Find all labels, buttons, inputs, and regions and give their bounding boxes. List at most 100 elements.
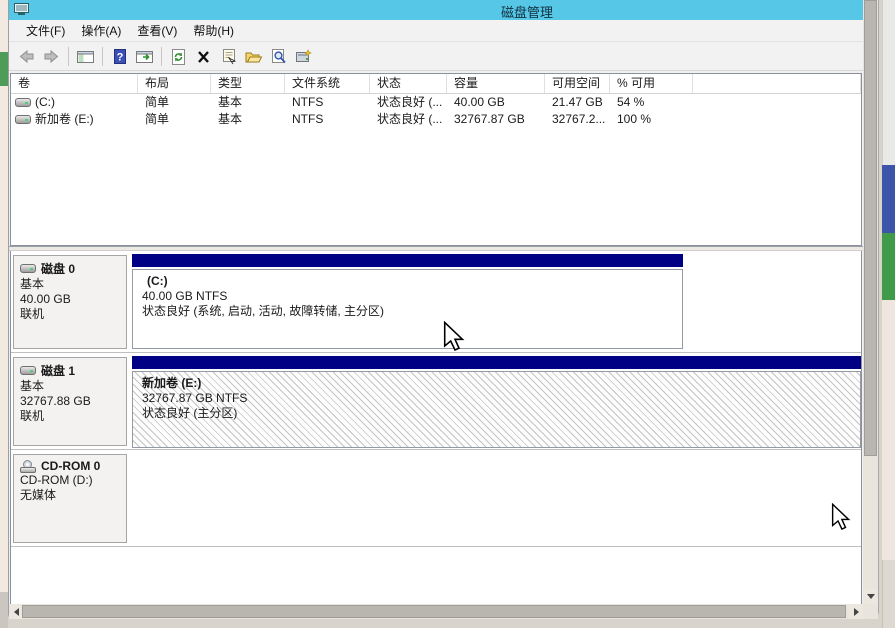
- cdrom-drive-letter: CD-ROM (D:): [20, 473, 120, 488]
- menu-action[interactable]: 操作(A): [73, 19, 129, 42]
- disk1-kind: 基本: [20, 379, 120, 394]
- background-green-fragment: [882, 233, 895, 300]
- refresh-button[interactable]: [166, 45, 191, 68]
- volume-row-c[interactable]: (C:) 简单 基本 NTFS 状态良好 (... 40.00 GB 21.47…: [11, 94, 861, 111]
- refresh-icon: [170, 48, 187, 66]
- arrow-left-icon: [14, 608, 19, 616]
- horizontal-scrollbar-thumb[interactable]: [22, 605, 846, 618]
- volume-row-e[interactable]: 新加卷 (E:) 简单 基本 NTFS 状态良好 (... 32767.87 G…: [11, 111, 861, 128]
- column-header-volume[interactable]: 卷: [11, 74, 138, 93]
- column-header-free-space[interactable]: 可用空间: [545, 74, 610, 93]
- desktop-icon-fragment: [0, 52, 8, 86]
- disk1-label-box[interactable]: 磁盘 1 基本 32767.88 GB 联机: [13, 357, 127, 446]
- disk-row-1: 磁盘 1 基本 32767.88 GB 联机 新加卷 (E:) 32767.87…: [11, 353, 861, 450]
- delete-icon: [195, 49, 212, 65]
- background-window-fragment: [882, 0, 895, 165]
- properties-button[interactable]: [216, 45, 241, 68]
- volume-cell-type: 基本: [211, 111, 285, 128]
- partition-c[interactable]: (C:) 40.00 GB NTFS 状态良好 (系统, 启动, 活动, 故障转…: [132, 254, 683, 349]
- menu-bar: 文件(F) 操作(A) 查看(V) 帮助(H): [9, 20, 863, 42]
- desktop-edge-left: [0, 0, 8, 628]
- scrollbar-corner: [863, 604, 878, 619]
- desktop-edge-right-bottom: [882, 560, 895, 628]
- toolbar-separator: [161, 47, 162, 66]
- disk-icon: [20, 264, 36, 273]
- back-button[interactable]: [14, 45, 39, 68]
- volume-cell-name: 新加卷 (E:): [11, 111, 138, 128]
- properties-icon: [220, 48, 238, 65]
- menu-view[interactable]: 查看(V): [129, 19, 185, 42]
- volume-cell-layout: 简单: [138, 94, 211, 111]
- column-header-pct-free[interactable]: % 可用: [610, 74, 693, 93]
- volume-cell-layout: 简单: [138, 111, 211, 128]
- column-header-blank: [693, 74, 861, 93]
- scroll-right-button[interactable]: [849, 604, 863, 619]
- partition-e[interactable]: 新加卷 (E:) 32767.87 GB NTFS 状态良好 (主分区): [132, 356, 861, 448]
- show-action-pane-button[interactable]: [132, 45, 157, 68]
- horizontal-scrollbar[interactable]: [9, 604, 863, 619]
- volume-cell-fs: NTFS: [285, 94, 370, 111]
- menu-file[interactable]: 文件(F): [18, 19, 73, 42]
- disk-icon: [20, 366, 36, 375]
- volume-cell-type: 基本: [211, 94, 285, 111]
- column-header-filesystem[interactable]: 文件系统: [285, 74, 370, 93]
- vertical-scrollbar[interactable]: [863, 0, 878, 604]
- vertical-scrollbar-thumb[interactable]: [864, 0, 877, 456]
- desktop-edge-right: [882, 0, 895, 628]
- primary-partition-strip: [132, 356, 861, 369]
- disk0-kind: 基本: [20, 277, 120, 292]
- svg-text:?: ?: [116, 52, 123, 64]
- find-button[interactable]: [266, 45, 291, 68]
- disk0-label-box[interactable]: 磁盘 0 基本 40.00 GB 联机: [13, 255, 127, 349]
- toolbar-separator: [102, 47, 103, 66]
- scroll-left-button[interactable]: [9, 604, 23, 619]
- volume-cell-fs: NTFS: [285, 111, 370, 128]
- back-icon: [17, 48, 36, 65]
- scroll-down-button[interactable]: [863, 589, 878, 604]
- open-button[interactable]: [241, 45, 266, 68]
- disk-row-0: 磁盘 0 基本 40.00 GB 联机 (C:) 40.00 GB NTFS 状…: [11, 251, 861, 353]
- volume-cell-pct: 54 %: [610, 94, 693, 111]
- cdrom-name: CD-ROM 0: [41, 459, 100, 473]
- volume-cell-pct: 100 %: [610, 111, 693, 128]
- help-icon: ?: [112, 48, 128, 65]
- console-tree-icon: [76, 49, 95, 65]
- forward-button[interactable]: [39, 45, 64, 68]
- volume-cell-status: 状态良好 (...: [370, 111, 447, 128]
- column-header-layout[interactable]: 布局: [138, 74, 211, 93]
- forward-icon: [42, 48, 61, 65]
- window-icon: [14, 3, 29, 16]
- partition-e-status: 状态良好 (主分区): [142, 406, 851, 421]
- partition-e-info: 32767.87 GB NTFS: [142, 391, 851, 406]
- column-header-status[interactable]: 状态: [370, 74, 447, 93]
- cdrom-media-status: 无媒体: [20, 488, 120, 503]
- disk-management-window: 磁盘管理 文件(F) 操作(A) 查看(V) 帮助(H): [8, 0, 879, 619]
- show-console-tree-button[interactable]: [73, 45, 98, 68]
- column-header-type[interactable]: 类型: [211, 74, 285, 93]
- rescan-disks-button[interactable]: [291, 45, 316, 68]
- partition-c-info: 40.00 GB NTFS: [142, 289, 673, 304]
- help-button[interactable]: ?: [107, 45, 132, 68]
- volume-cell-name: (C:): [11, 94, 138, 111]
- volume-list-header: 卷 布局 类型 文件系统 状态 容量 可用空间 % 可用: [11, 74, 861, 94]
- cdrom-icon: [20, 460, 36, 473]
- title-bar[interactable]: 磁盘管理: [9, 0, 863, 20]
- cdrom-row: CD-ROM 0 CD-ROM (D:) 无媒体: [11, 450, 861, 547]
- rescan-disks-icon: [294, 48, 313, 65]
- window-client-area: 磁盘管理 文件(F) 操作(A) 查看(V) 帮助(H): [9, 0, 863, 604]
- arrow-right-icon: [854, 608, 859, 616]
- delete-button[interactable]: [191, 45, 216, 68]
- open-folder-icon: [244, 49, 263, 65]
- drive-icon: [15, 98, 31, 107]
- arrow-down-icon: [867, 594, 875, 599]
- cdrom-label-box[interactable]: CD-ROM 0 CD-ROM (D:) 无媒体: [13, 454, 127, 543]
- menu-help[interactable]: 帮助(H): [185, 19, 242, 42]
- volume-cell-status: 状态良好 (...: [370, 94, 447, 111]
- column-header-capacity[interactable]: 容量: [447, 74, 545, 93]
- volume-cell-free: 21.47 GB: [545, 94, 610, 111]
- partition-c-status: 状态良好 (系统, 启动, 活动, 故障转储, 主分区): [142, 304, 673, 319]
- action-pane-icon: [135, 49, 154, 65]
- desktop-edge-left-bottom: [0, 592, 8, 628]
- volume-cell-capacity: 32767.87 GB: [447, 111, 545, 128]
- disk1-status: 联机: [20, 409, 120, 424]
